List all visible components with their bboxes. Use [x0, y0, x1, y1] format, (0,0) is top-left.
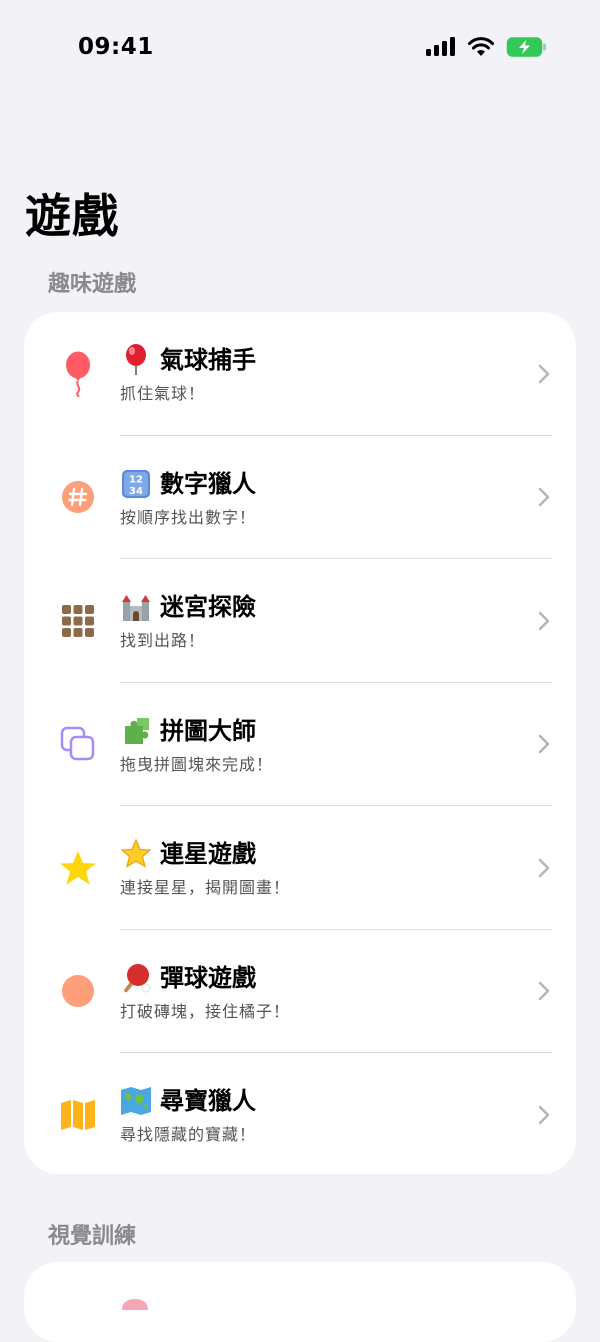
brain-emoji	[122, 1299, 148, 1310]
row-subtitle: 抓住氣球！	[120, 384, 206, 403]
chevron-right-icon	[538, 611, 550, 630]
castle-emoji	[120, 591, 152, 623]
world-map-emoji	[120, 1085, 152, 1117]
list-item-connect-stars[interactable]: 連星遊戲 連接星星，揭開圖畫！	[24, 806, 576, 930]
star-emoji	[120, 838, 152, 870]
row-subtitle: 連接星星，揭開圖畫！	[120, 878, 291, 897]
map-icon	[56, 1093, 100, 1137]
list-item-puzzle-master[interactable]: 拼圖大師 拖曳拼圖塊來完成！	[24, 683, 576, 806]
chevron-right-icon	[538, 488, 550, 507]
row-title: 迷宮探險	[160, 593, 256, 621]
cellular-signal-icon	[426, 37, 455, 56]
grid-icon	[56, 599, 100, 643]
ping-pong-emoji	[120, 962, 152, 994]
row-title: 尋寶獵人	[160, 1087, 256, 1115]
row-subtitle: 拖曳拼圖塊來完成！	[120, 754, 274, 774]
circle-icon	[56, 969, 100, 1013]
section-header-visual-training: 視覺訓練	[48, 1224, 137, 1249]
row-subtitle: 按順序找出數字！	[120, 507, 257, 527]
keycap-1234-emoji: 12 34	[120, 468, 152, 500]
list-item-balloon-catcher[interactable]: 氣球捕手 抓住氣球！	[24, 312, 576, 436]
visual-training-card	[24, 1262, 576, 1342]
star-icon	[56, 846, 100, 890]
row-title: 彈球遊戲	[160, 963, 256, 992]
row-title: 氣球捕手	[160, 346, 256, 374]
puzzle-emoji	[120, 715, 152, 747]
balloon-icon	[56, 351, 100, 397]
battery-charging-icon	[506, 37, 546, 57]
number-badge-icon	[56, 475, 100, 519]
row-title: 拼圖大師	[160, 716, 256, 745]
list-item-treasure-hunter[interactable]: 尋寶獵人 尋找隱藏的寶藏！	[24, 1053, 576, 1174]
svg-text:12: 12	[129, 474, 143, 485]
balloon-emoji	[120, 344, 152, 376]
squares-icon	[56, 722, 100, 766]
wifi-icon	[468, 37, 494, 56]
games-list-card: 氣球捕手 抓住氣球！ 12 34 數字獵人 按順序找出數字！ 迷宮探險 找到出路…	[24, 312, 576, 1174]
status-bar: 09:41	[0, 0, 600, 96]
status-time: 09:41	[78, 34, 154, 60]
row-subtitle: 找到出路！	[120, 631, 206, 650]
row-subtitle: 打破磚塊，接住橘子！	[120, 1001, 291, 1021]
row-subtitle: 尋找隱藏的寶藏！	[120, 1125, 257, 1144]
list-item-number-hunter[interactable]: 12 34 數字獵人 按順序找出數字！	[24, 436, 576, 559]
chevron-right-icon	[538, 1105, 550, 1124]
list-item-maze-adventure[interactable]: 迷宮探險 找到出路！	[24, 559, 576, 683]
status-icons	[426, 36, 548, 58]
chevron-right-icon	[538, 364, 550, 383]
page-title: 遊戲	[25, 189, 119, 243]
row-title: 連星遊戲	[160, 840, 256, 868]
chevron-right-icon	[538, 735, 550, 754]
chevron-right-icon	[538, 982, 550, 1001]
row-title: 數字獵人	[160, 469, 256, 498]
section-header-fun-games: 趣味遊戲	[48, 272, 137, 297]
chevron-right-icon	[538, 858, 550, 877]
list-item-pinball-game[interactable]: 彈球遊戲 打破磚塊，接住橘子！	[24, 930, 576, 1053]
svg-text:34: 34	[129, 486, 143, 497]
